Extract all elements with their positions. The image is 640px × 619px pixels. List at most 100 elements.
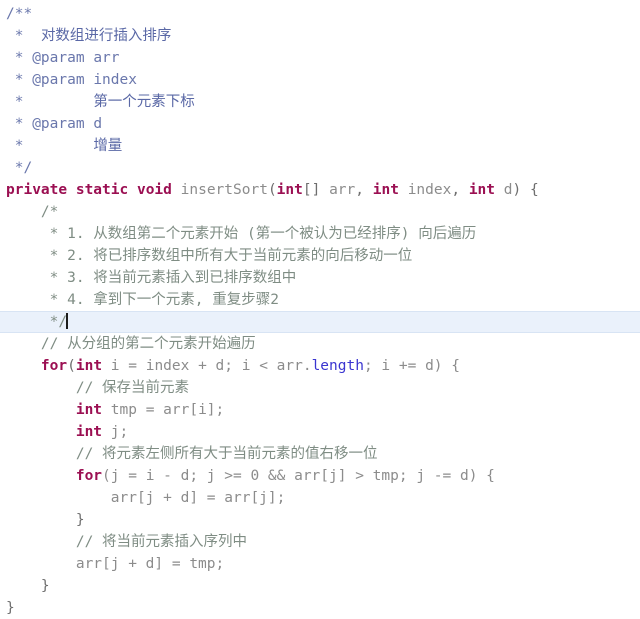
code-line-step-2: * 2. 将已排序数组中所有大于当前元素的向后移动一位 bbox=[6, 245, 640, 267]
paren-open: ( bbox=[267, 182, 277, 198]
code-line-inner-for-close: } bbox=[6, 509, 640, 531]
javadoc-index-desc-text: 第一个元素下标 bbox=[93, 94, 195, 110]
code-line-outer-for-close: } bbox=[6, 575, 640, 597]
comment-shift-right: // 将元素左侧所有大于当前元素的值右移一位 bbox=[75, 446, 378, 462]
javadoc-param-tag: @param bbox=[32, 116, 85, 132]
code-line-step-4: * 4. 拿到下一个元素, 重复步骤2 bbox=[6, 289, 640, 311]
brace-close-inner-for: } bbox=[75, 512, 85, 528]
code-line-comment-save: // 保存当前元素 bbox=[6, 377, 640, 399]
block-comment-close: */ bbox=[49, 314, 68, 330]
code-line-steps-open: /* bbox=[6, 201, 640, 223]
brace-close-method: } bbox=[6, 600, 15, 616]
keyword-int-param2: int bbox=[372, 182, 399, 198]
keyword-for-inner: for bbox=[75, 468, 103, 484]
param-name-arr: arr bbox=[329, 182, 356, 198]
comma-1: , bbox=[355, 182, 365, 198]
keyword-private: private bbox=[6, 182, 68, 198]
code-line-steps-close[interactable]: */ bbox=[0, 311, 640, 333]
code-line-javadoc-d-desc: * 增量 bbox=[6, 135, 640, 157]
javadoc-param-tag: @param bbox=[32, 50, 85, 66]
code-line-comment-outer-loop: // 从分组的第二个元素开始遍历 bbox=[6, 333, 640, 355]
keyword-int-param1: int bbox=[276, 182, 303, 198]
javadoc-spacer bbox=[23, 94, 93, 110]
step-4-text: * 4. 拿到下一个元素, 重复步骤2 bbox=[49, 292, 279, 308]
code-line-step-1: * 1. 从数组第二个元素开始 (第一个被认为已经排序) 向后遍历 bbox=[6, 223, 640, 245]
javadoc-param-tag: @param bbox=[32, 72, 85, 88]
step-3-text: * 3. 将当前元素插入到已排序数组中 bbox=[49, 270, 297, 286]
javadoc-summary-text: 对数组进行插入排序 bbox=[40, 28, 172, 44]
code-line-javadoc-param-index: * @param index bbox=[6, 69, 640, 91]
javadoc-spacer bbox=[23, 138, 93, 154]
javadoc-indent bbox=[6, 72, 15, 88]
javadoc-star bbox=[6, 28, 15, 44]
paren-open-outer-for: ( bbox=[67, 358, 76, 374]
code-editor[interactable]: /** * 对数组进行插入排序 * @param arr * @param in… bbox=[0, 0, 640, 616]
keyword-int-loop-var: int bbox=[75, 358, 103, 374]
javadoc-d-desc-text: 增量 bbox=[93, 138, 123, 154]
keyword-static: static bbox=[75, 182, 129, 198]
code-line-step-3: * 3. 将当前元素插入到已排序数组中 bbox=[6, 267, 640, 289]
javadoc-spacer bbox=[23, 28, 40, 44]
keyword-void: void bbox=[136, 182, 172, 198]
javadoc-indent bbox=[6, 160, 15, 176]
field-length: length bbox=[311, 358, 364, 374]
code-line-javadoc-close: */ bbox=[6, 157, 640, 179]
decl-tmp-rest: tmp = arr[i]; bbox=[102, 402, 225, 418]
code-line-decl-j: int j; bbox=[6, 421, 640, 443]
javadoc-indent bbox=[6, 138, 15, 154]
javadoc-open-token: /** bbox=[6, 6, 33, 22]
code-line-javadoc-param-arr: * @param arr bbox=[6, 47, 640, 69]
insert-assignment-stmt: arr[j + d] = tmp; bbox=[75, 556, 225, 572]
comma-2: , bbox=[451, 182, 461, 198]
code-line-javadoc-index-desc: * 第一个元素下标 bbox=[6, 91, 640, 113]
code-line-method-signature: private static void insertSort(int[] arr… bbox=[6, 179, 640, 201]
code-line-comment-shift: // 将元素左侧所有大于当前元素的值右移一位 bbox=[6, 443, 640, 465]
javadoc-close-token: */ bbox=[14, 160, 33, 176]
text-caret bbox=[66, 313, 69, 329]
code-line-javadoc-summary: * 对数组进行插入排序 bbox=[6, 25, 640, 47]
javadoc-spacer bbox=[23, 116, 32, 132]
param-name-index: index bbox=[407, 182, 452, 198]
block-comment-open: /* bbox=[40, 204, 59, 220]
javadoc-indent bbox=[6, 50, 15, 66]
javadoc-spacer bbox=[23, 72, 32, 88]
decl-j-rest: j; bbox=[102, 424, 129, 440]
javadoc-param-name-d: d bbox=[93, 116, 103, 132]
paren-close: ) bbox=[512, 182, 522, 198]
outer-for-init: i = index + d; i < arr. bbox=[102, 358, 312, 374]
brace-open-method: { bbox=[529, 182, 539, 198]
code-line-comment-insert: // 将当前元素插入序列中 bbox=[6, 531, 640, 553]
keyword-int-param3: int bbox=[468, 182, 496, 198]
code-line-outer-for: for(int i = index + d; i < arr.length; i… bbox=[6, 355, 640, 377]
method-name-insertsort: insertSort bbox=[180, 182, 268, 198]
step-1-text: * 1. 从数组第二个元素开始 (第一个被认为已经排序) 向后遍历 bbox=[49, 226, 477, 242]
javadoc-indent bbox=[6, 94, 15, 110]
comment-insert-element: // 将当前元素插入序列中 bbox=[75, 534, 248, 550]
code-content[interactable]: /** * 对数组进行插入排序 * @param arr * @param in… bbox=[0, 0, 640, 619]
code-line-method-close: } bbox=[6, 597, 640, 619]
